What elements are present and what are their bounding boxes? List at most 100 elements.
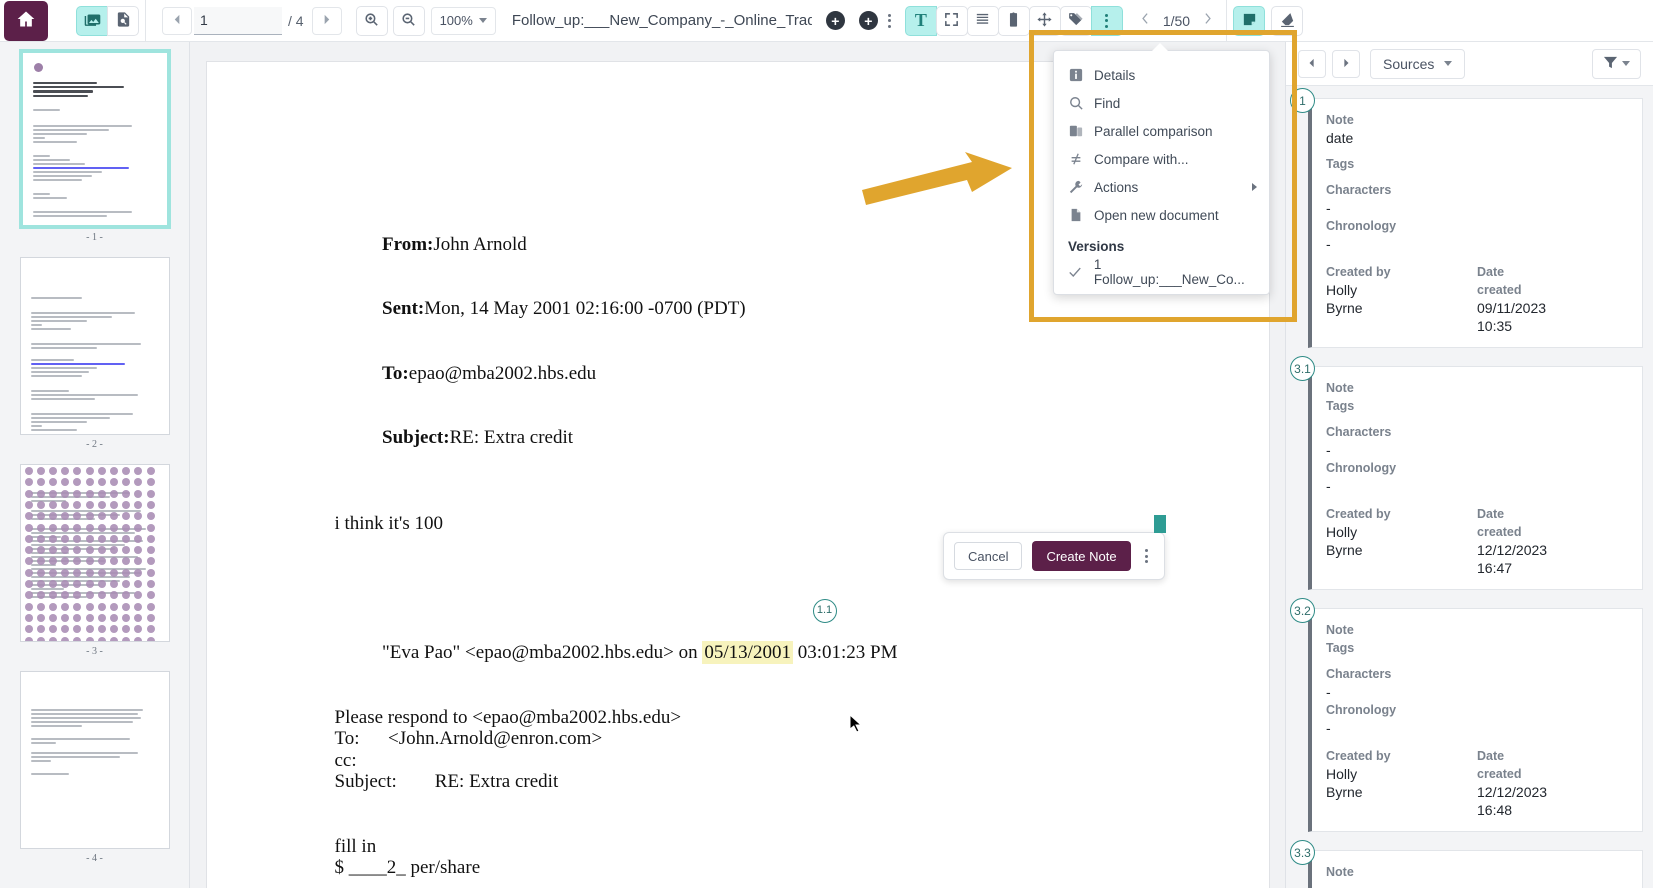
view-mode-document[interactable] <box>107 5 139 36</box>
home-button[interactable] <box>4 0 48 41</box>
sticky-note-tool[interactable] <box>1233 5 1266 36</box>
filter-button[interactable] <box>1592 48 1641 79</box>
page-number-input[interactable] <box>194 6 282 35</box>
clipboard-tool[interactable] <box>997 5 1030 36</box>
thumbnail-sidebar[interactable]: - 1 - - 2 - - 3 - - 4 - <box>0 42 190 888</box>
text-select-tool[interactable]: T <box>904 5 937 36</box>
note-card[interactable]: 1 Note date Tags Characters - Chronology… <box>1290 88 1643 348</box>
quoted-header-line: "Eva Pao" <epao@mba2002.hbs.edu> on 05/1… <box>335 598 1269 707</box>
zoom-level-label: 100% <box>439 13 473 28</box>
notes-next-button[interactable] <box>1332 49 1360 78</box>
created-by-col: Created by Holly Byrne <box>1326 747 1477 819</box>
thumbnail-caption: - 4 - <box>86 853 103 864</box>
eraser-tool[interactable] <box>1271 5 1304 36</box>
tag-icon <box>1067 11 1084 31</box>
date-created-col: Date created 12/12/2023 16:47 <box>1477 505 1628 577</box>
chronology-value: - <box>1326 478 1331 494</box>
page-navigation: / 4 <box>162 6 342 35</box>
note-anchor-number[interactable]: 3.1 <box>1290 356 1315 381</box>
add-document-button-2[interactable]: + <box>858 11 878 30</box>
menu-item-compare-with[interactable]: Compare with... <box>1054 145 1269 173</box>
copy-icon <box>1068 124 1083 138</box>
menu-item-find[interactable]: Find <box>1054 89 1269 117</box>
header-label: From: <box>382 233 434 255</box>
view-mode-group <box>76 5 139 36</box>
zoom-level-select[interactable]: 100% <box>430 6 496 35</box>
note-card[interactable]: 3.3 Note <box>1290 840 1643 888</box>
thumbnail-page-1[interactable]: - 1 - <box>19 50 170 243</box>
sources-dropdown[interactable]: Sources <box>1370 48 1466 79</box>
application-window: / 4 100% Follow_up:___New_Company_-_Onli… <box>0 0 1653 888</box>
menu-item-open-new-document[interactable]: Open new document <box>1054 201 1269 229</box>
note-card[interactable]: 3.1 Note Tags Characters - Chronology - … <box>1290 356 1643 590</box>
note-anchor-number[interactable]: 3.3 <box>1290 840 1315 865</box>
create-note-button[interactable]: Create Note <box>1032 541 1131 571</box>
zoom-in-icon <box>363 11 380 31</box>
add-document-button[interactable]: + <box>825 11 845 30</box>
paragraph-tool[interactable] <box>966 5 999 36</box>
context-dropdown-menu[interactable]: Details Find Parallel comparison Compare… <box>1053 43 1270 295</box>
header-value: RE: Extra credit <box>449 427 574 448</box>
note-anchor-number[interactable]: 1 <box>1290 88 1315 113</box>
note-label: Note <box>1326 623 1354 637</box>
thumbnail-preview <box>19 257 170 435</box>
thumbnail-caption: - 3 - <box>86 646 103 657</box>
menu-item-parallel-comparison[interactable]: Parallel comparison <box>1054 117 1269 145</box>
plus-circle-icon: + <box>864 12 873 29</box>
date-created-value: 09/11/2023 10:35 <box>1477 300 1547 334</box>
note-anchor-number[interactable]: 3.2 <box>1290 598 1315 623</box>
zoom-out-button[interactable] <box>392 5 425 36</box>
view-mode-image[interactable] <box>76 5 108 36</box>
clipboard-icon <box>1005 11 1022 31</box>
cancel-button[interactable]: Cancel <box>954 542 1023 570</box>
area-select-tool[interactable] <box>935 5 968 36</box>
thumbnail-page-2[interactable]: - 2 - <box>19 257 170 450</box>
menu-item-version-1[interactable]: 1 Follow_up:___New_Co... <box>1054 257 1269 287</box>
menu-item-actions[interactable]: Actions <box>1054 173 1269 201</box>
chronology-value: - <box>1326 720 1331 736</box>
note-card[interactable]: 3.2 Note Tags Characters - Chronology - … <box>1290 598 1643 832</box>
annotation-anchor-1-1[interactable]: 1.1 <box>812 598 837 623</box>
notes-list[interactable]: 1 Note date Tags Characters - Chronology… <box>1286 86 1653 888</box>
chevron-down-icon <box>1622 61 1630 66</box>
zoom-out-icon <box>400 11 417 31</box>
next-page-button[interactable] <box>311 6 342 35</box>
prev-page-button[interactable] <box>162 6 192 35</box>
selection-marker <box>1154 515 1166 533</box>
annotation-next-button[interactable] <box>1194 7 1220 35</box>
zoom-in-button[interactable] <box>355 5 388 36</box>
main-area: - 1 - - 2 - - 3 - - 4 - From:John Arnold… <box>0 42 1653 888</box>
notes-prev-button[interactable] <box>1298 49 1326 78</box>
chevron-right-icon <box>1201 12 1214 29</box>
sticky-note-icon <box>1241 11 1258 31</box>
created-by-col: Created by Holly Byrne <box>1326 263 1477 335</box>
highlighted-date[interactable]: 05/13/2001 <box>702 641 793 664</box>
document-view-icon <box>115 11 132 31</box>
vertical-ellipsis-icon <box>887 13 891 17</box>
chevron-down-icon <box>478 18 487 23</box>
note-label: Note <box>1326 865 1354 879</box>
annotation-page-label: 1/50 <box>1162 12 1191 29</box>
menu-item-details[interactable]: Details <box>1054 61 1269 89</box>
thumbnail-preview <box>19 50 170 228</box>
toolbar-overflow-button[interactable] <box>878 13 901 28</box>
tag-tool[interactable] <box>1059 5 1092 36</box>
more-tools-button[interactable] <box>1090 5 1123 36</box>
thumbnail-page-4[interactable]: - 4 - <box>19 671 170 864</box>
annotation-pager: 1/50 <box>1133 7 1220 35</box>
note-meta-row: Created by Holly Byrne Date created 09/1… <box>1326 263 1628 335</box>
created-by-col: Created by Holly Byrne <box>1326 505 1477 577</box>
sources-label: Sources <box>1383 55 1435 72</box>
move-tool[interactable] <box>1028 5 1061 36</box>
check-icon <box>1068 265 1083 279</box>
create-note-popup[interactable]: Cancel Create Note <box>943 515 1166 580</box>
header-label: Subject: <box>382 427 450 448</box>
header-value: John Arnold <box>433 233 527 255</box>
note-popup-overflow-button[interactable] <box>1141 549 1150 563</box>
fill-in-label: fill in <box>334 835 377 857</box>
email-header-line: To:epao@mba2002.hbs.edu <box>335 341 1269 406</box>
annotation-prev-button[interactable] <box>1133 7 1159 35</box>
note-meta-row: Created by Holly Byrne Date created 12/1… <box>1326 505 1628 577</box>
note-value: date <box>1326 130 1354 146</box>
thumbnail-page-3[interactable]: - 3 - <box>19 464 170 657</box>
